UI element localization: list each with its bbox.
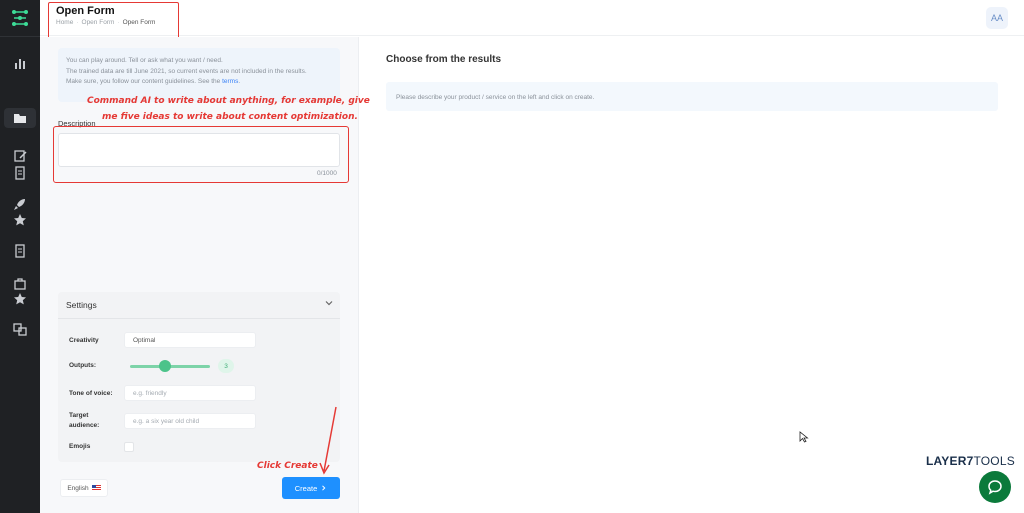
audience-label: Target audience: bbox=[69, 411, 99, 431]
watermark: LAYER7TOOLS bbox=[926, 454, 1015, 468]
info-box: You can play around. Tell or ask what yo… bbox=[58, 48, 340, 102]
info-line-3-suffix: . bbox=[238, 78, 241, 85]
chevron-right-icon bbox=[322, 485, 326, 491]
chevron-down-icon[interactable] bbox=[324, 298, 334, 308]
annotation-box-title bbox=[48, 2, 179, 42]
outputs-value-badge: 3 bbox=[218, 359, 234, 373]
annotation-command-line-1: Command AI to write about anything, for … bbox=[87, 96, 370, 106]
language-button[interactable]: English bbox=[60, 479, 108, 497]
info-line-2: The trained data are till June 2021, so … bbox=[66, 67, 307, 75]
tone-label: Tone of voice: bbox=[69, 390, 113, 397]
sidebar bbox=[0, 0, 40, 513]
watermark-part-2: TOOLS bbox=[973, 454, 1015, 468]
annotation-arrow-icon bbox=[319, 406, 337, 475]
outputs-label: Outputs: bbox=[69, 362, 97, 369]
top-header bbox=[40, 0, 1024, 36]
mouse-cursor-icon bbox=[799, 431, 809, 443]
results-title: Choose from the results bbox=[386, 54, 502, 65]
creativity-select[interactable]: Optimal bbox=[124, 332, 256, 348]
info-line-3-text: Make sure, you follow our content guidel… bbox=[66, 78, 223, 85]
chart-icon[interactable] bbox=[12, 55, 28, 71]
document-icon[interactable] bbox=[12, 165, 28, 181]
annotation-click-create: Click Create bbox=[257, 461, 318, 471]
edit-icon[interactable] bbox=[12, 148, 28, 164]
settings-title[interactable]: Settings bbox=[66, 300, 97, 310]
language-label: English bbox=[67, 484, 89, 492]
sidebar-divider bbox=[0, 36, 40, 37]
annotation-command-line-2: me five ideas to write about content opt… bbox=[102, 112, 358, 122]
rocket-icon[interactable] bbox=[12, 196, 28, 212]
terms-link[interactable]: terms bbox=[222, 78, 238, 85]
chat-bubble-button[interactable] bbox=[979, 471, 1011, 503]
create-label: Create bbox=[294, 483, 318, 493]
audience-label-line-2: audience: bbox=[69, 422, 100, 429]
document-icon[interactable] bbox=[12, 243, 28, 259]
emojis-checkbox[interactable] bbox=[124, 442, 134, 452]
audience-input[interactable]: e.g. a six year old child bbox=[124, 413, 256, 429]
audience-label-line-1: Target bbox=[69, 412, 89, 419]
emojis-label: Emojis bbox=[69, 443, 91, 450]
outputs-slider-thumb[interactable] bbox=[159, 360, 171, 372]
star-icon[interactable] bbox=[12, 212, 28, 228]
translate-icon[interactable] bbox=[12, 321, 28, 337]
create-button[interactable]: Create bbox=[282, 477, 340, 499]
tone-input[interactable]: e.g. friendly bbox=[124, 385, 256, 401]
chat-icon bbox=[988, 480, 1002, 495]
folder-icon[interactable] bbox=[12, 110, 28, 126]
logo-icon[interactable] bbox=[8, 6, 32, 30]
info-line-3: Make sure, you follow our content guidel… bbox=[66, 77, 332, 88]
results-empty-text: Please describe your product / service o… bbox=[396, 94, 595, 101]
creativity-label: Creativity bbox=[69, 337, 99, 344]
info-line-1: You can play around. Tell or ask what yo… bbox=[66, 57, 223, 64]
us-flag-icon bbox=[91, 485, 101, 491]
settings-divider bbox=[58, 318, 340, 319]
avatar[interactable]: AA bbox=[986, 7, 1008, 29]
bag-icon[interactable] bbox=[12, 275, 28, 291]
annotation-box-description bbox=[53, 126, 349, 183]
watermark-part-1: LAYER7 bbox=[926, 454, 974, 468]
star-icon[interactable] bbox=[12, 291, 28, 307]
